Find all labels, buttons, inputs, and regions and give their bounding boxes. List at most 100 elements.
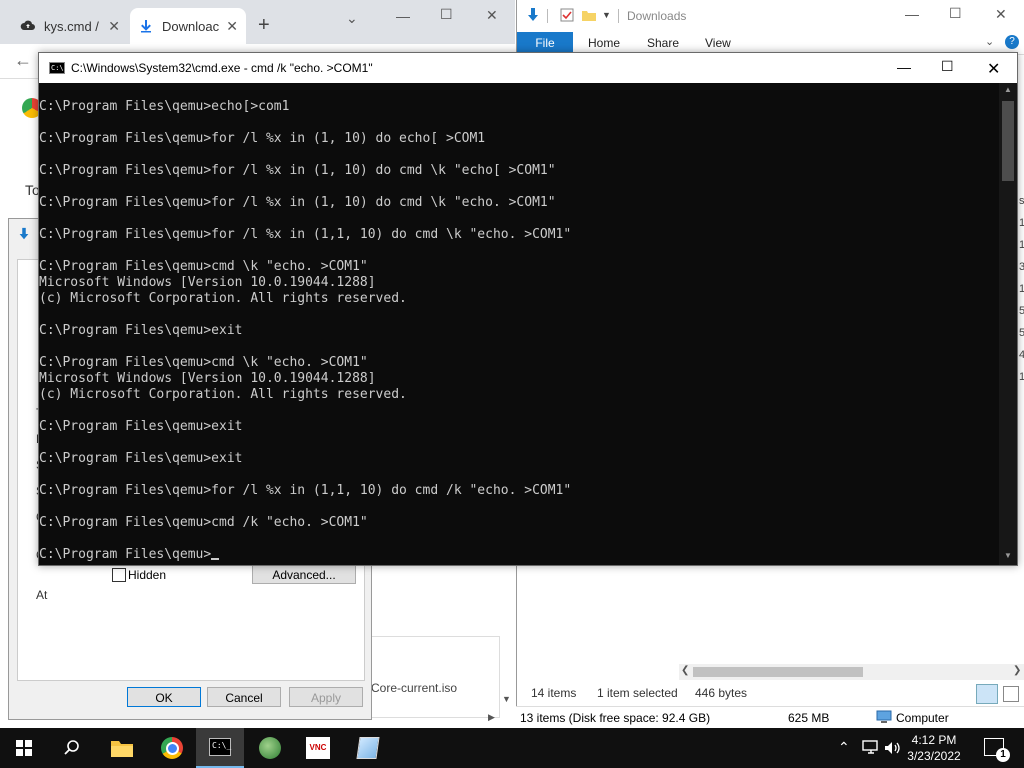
close-icon[interactable]: ✕ bbox=[226, 18, 238, 35]
minimize-icon[interactable]: — bbox=[905, 6, 919, 22]
properties-icon[interactable] bbox=[559, 7, 575, 23]
bottom-status-bar: 13 items (Disk free space: 92.4 GB) 625 … bbox=[516, 706, 1024, 729]
console-line: Microsoft Windows [Version 10.0.19044.12… bbox=[39, 275, 376, 290]
console-line: C:\Program Files\qemu>for /l %x in (1,1,… bbox=[39, 227, 572, 242]
advanced-button[interactable]: Advanced... bbox=[252, 564, 356, 584]
chrome-tab-downloads[interactable]: Downloac ✕ bbox=[130, 8, 246, 44]
scrollbar-thumb[interactable] bbox=[1002, 101, 1014, 181]
chrome-tab-kys[interactable]: kys.cmd / ✕ bbox=[12, 8, 128, 44]
close-icon[interactable]: ✕ bbox=[987, 59, 1000, 79]
clock-time: 4:12 PM bbox=[911, 733, 957, 747]
column-fragments: s11315541 bbox=[1019, 195, 1024, 383]
show-hidden-icons-icon[interactable]: ⌃ bbox=[838, 739, 850, 756]
ribbon-tab-file[interactable]: File bbox=[517, 32, 573, 54]
explorer-titlebar: ▼ Downloads — ☐ ✕ bbox=[517, 0, 1024, 32]
close-icon[interactable]: ✕ bbox=[486, 7, 498, 24]
console-line: C:\Program Files\qemu>for /l %x in (1, 1… bbox=[39, 195, 556, 210]
close-icon[interactable]: ✕ bbox=[108, 18, 120, 35]
scroll-left-icon[interactable]: ❮ bbox=[681, 665, 689, 676]
console-line: C:\Program Files\qemu> bbox=[39, 547, 999, 563]
computer-icon bbox=[876, 710, 892, 723]
taskbar-notepad[interactable] bbox=[344, 728, 392, 768]
console-line: C:\Program Files\qemu>for /l %x in (1,1,… bbox=[39, 483, 572, 498]
details-view-icon[interactable] bbox=[976, 684, 998, 704]
download-arrow-icon bbox=[19, 227, 29, 240]
console-line: C:\Program Files\qemu>exit bbox=[39, 323, 243, 338]
scroll-right-icon[interactable]: ❯ bbox=[1013, 665, 1021, 676]
apply-button[interactable]: Apply bbox=[289, 687, 363, 707]
scroll-down-icon[interactable]: ▼ bbox=[1004, 551, 1012, 560]
console-lines: C:\Program Files\qemu>echo[>com1 C:\Progr… bbox=[39, 83, 999, 563]
new-folder-icon[interactable] bbox=[581, 7, 597, 23]
chrome-tab-label: Downloac bbox=[162, 18, 220, 34]
network-icon[interactable] bbox=[862, 740, 880, 756]
scroll-right-icon[interactable]: ▶ bbox=[488, 712, 495, 723]
explorer-status-bar: 14 items 1 item selected 446 bytes bbox=[517, 684, 1024, 706]
chrome-tab-bar: kys.cmd / ✕ Downloac ✕ + ⌄ — ☐ ✕ bbox=[0, 0, 515, 44]
console-line: C:\Program Files\qemu>exit bbox=[39, 451, 243, 466]
chrome-tab-label: kys.cmd / bbox=[44, 18, 99, 34]
cmd-titlebar[interactable]: C:\ C:\Windows\System32\cmd.exe - cmd /k… bbox=[39, 53, 1017, 83]
large-icons-view-icon[interactable] bbox=[1003, 686, 1019, 702]
minimize-icon[interactable]: — bbox=[396, 8, 410, 24]
taskbar-vnc[interactable]: VNC bbox=[294, 728, 342, 768]
cmd-icon: C:\_ bbox=[209, 738, 231, 756]
hidden-checkbox[interactable] bbox=[112, 568, 126, 582]
chevron-down-icon[interactable]: ⌄ bbox=[985, 35, 994, 48]
folder-icon bbox=[111, 741, 133, 757]
ok-button[interactable]: OK bbox=[127, 687, 201, 707]
download-icon bbox=[141, 20, 151, 33]
tray-clock[interactable]: 4:12 PM 3/23/2022 bbox=[902, 732, 966, 764]
maximize-icon[interactable]: ☐ bbox=[440, 6, 453, 23]
back-arrow-icon[interactable]: ← bbox=[14, 50, 32, 71]
console-line: C:\Program Files\qemu>for /l %x in (1, 1… bbox=[39, 131, 486, 146]
maximize-icon[interactable]: ☐ bbox=[949, 5, 962, 22]
start-button[interactable] bbox=[0, 728, 48, 768]
ribbon-tab-view[interactable]: View bbox=[705, 32, 731, 54]
status-location: Computer bbox=[896, 711, 949, 725]
hidden-label: Hidden bbox=[128, 568, 167, 582]
windows-logo-icon bbox=[16, 740, 32, 756]
console-output[interactable]: C:\Program Files\qemu>echo[>com1 C:\Progr… bbox=[39, 83, 999, 565]
help-icon[interactable]: ? bbox=[1005, 35, 1019, 49]
taskbar-app-globe[interactable] bbox=[246, 728, 294, 768]
vertical-scrollbar[interactable]: ▲ ▼ bbox=[999, 83, 1017, 565]
close-icon[interactable]: ✕ bbox=[995, 6, 1007, 23]
clock-date: 3/23/2022 bbox=[907, 749, 961, 763]
taskbar-chrome[interactable] bbox=[148, 728, 196, 768]
taskbar: C:\_ VNC ⌃ 4:12 PM 3/23/2022 1 bbox=[0, 728, 1024, 768]
console-line: C:\Program Files\qemu>echo[>com1 bbox=[39, 99, 290, 114]
scroll-down-icon[interactable]: ▼ bbox=[502, 694, 511, 704]
globe-icon bbox=[259, 737, 281, 759]
search-button[interactable] bbox=[48, 728, 96, 768]
scroll-up-icon[interactable]: ▲ bbox=[1004, 85, 1012, 94]
text-cursor bbox=[211, 558, 220, 560]
volume-icon[interactable] bbox=[884, 740, 902, 756]
console-line: (c) Microsoft Corporation. All rights re… bbox=[39, 291, 407, 306]
download-filename: Core-current.iso bbox=[371, 681, 458, 695]
cancel-button[interactable]: Cancel bbox=[207, 687, 281, 707]
horizontal-scrollbar[interactable]: ❮ ❯ bbox=[679, 664, 1024, 680]
console-line: C:\Program Files\qemu>cmd \k "echo. >COM… bbox=[39, 259, 368, 274]
taskbar-file-explorer[interactable] bbox=[98, 728, 146, 768]
maximize-icon[interactable]: ☐ bbox=[941, 58, 954, 75]
download-item[interactable]: Core-current.iso bbox=[370, 636, 500, 718]
new-tab-button[interactable]: + bbox=[258, 14, 270, 37]
quick-access-dropdown-icon[interactable]: ▼ bbox=[602, 10, 611, 20]
scrollbar-thumb[interactable] bbox=[693, 667, 863, 677]
status-items-disk: 13 items (Disk free space: 92.4 GB) bbox=[520, 711, 711, 725]
status-total-size: 625 MB bbox=[788, 711, 830, 725]
chevron-down-icon[interactable]: ⌄ bbox=[346, 10, 358, 27]
ribbon-tab-home[interactable]: Home bbox=[588, 32, 620, 54]
minimize-icon[interactable]: — bbox=[897, 59, 911, 75]
ribbon-tab-share[interactable]: Share bbox=[647, 32, 679, 54]
taskbar-cmd[interactable]: C:\_ bbox=[196, 728, 244, 768]
